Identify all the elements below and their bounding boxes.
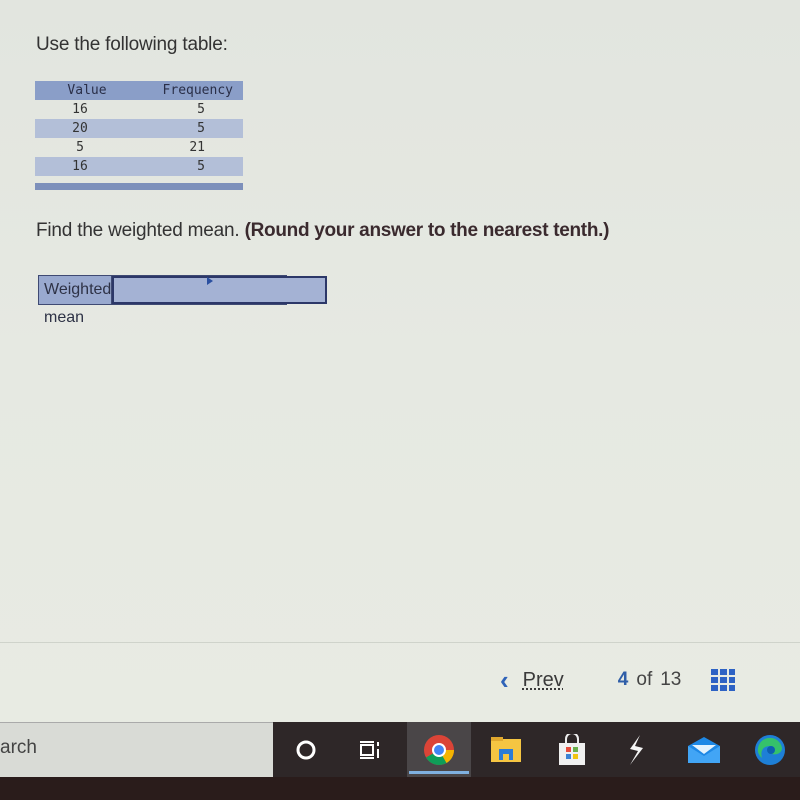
total-pages: 13 (660, 669, 682, 690)
table-row: 16 5 (35, 100, 243, 119)
taskbar: arch (0, 722, 800, 777)
cell-frequency: 5 (139, 119, 243, 138)
footer-divider (0, 642, 800, 643)
edge-icon[interactable] (742, 722, 798, 777)
table-header-row: Value Frequency (35, 81, 243, 100)
column-header-frequency: Frequency (139, 81, 243, 100)
value-frequency-table: Value Frequency 16 5 20 5 5 21 16 5 (35, 81, 243, 176)
taskbar-search-box[interactable]: arch (0, 722, 273, 777)
table-footer-bar (35, 183, 243, 190)
lightning-app-icon[interactable] (608, 722, 664, 777)
cell-value: 16 (35, 157, 139, 176)
weighted-mean-input[interactable] (112, 276, 328, 304)
cortana-icon[interactable] (278, 722, 334, 777)
cell-frequency: 5 (197, 102, 205, 117)
cell-value: 5 (76, 140, 84, 155)
question-page: Use the following table: Value Frequency… (0, 0, 800, 722)
task-view-icon[interactable] (342, 722, 398, 777)
prompt-text: Find the weighted mean. (36, 220, 240, 241)
table-row: 16 5 (35, 157, 243, 176)
table-row: 5 21 (35, 138, 243, 157)
prompt-rounding-instruction: (Round your answer to the nearest tenth.… (244, 220, 610, 241)
weighted-mean-label: Weighted mean (39, 276, 113, 326)
cell-value: 20 (35, 119, 139, 138)
column-header-value: Value (35, 81, 139, 100)
page-counter: 4 of 13 (618, 669, 682, 691)
instruction-text: Use the following table: (36, 34, 228, 55)
search-placeholder: arch (0, 737, 37, 758)
answer-row: Weighted mean (38, 275, 328, 326)
question-prompt: Find the weighted mean. (Round your answ… (36, 220, 609, 242)
chrome-icon[interactable] (407, 722, 471, 777)
screen-bezel (0, 777, 800, 800)
file-explorer-icon[interactable] (478, 722, 534, 777)
cell-frequency: 21 (189, 140, 205, 155)
question-navigation: ‹ Prev 4 of 13 (500, 666, 736, 694)
prev-label: Prev (522, 668, 564, 691)
input-corner-marker-icon (207, 277, 213, 285)
grid-view-icon[interactable] (711, 669, 736, 691)
page-of-label: of (636, 669, 653, 690)
chevron-left-icon: ‹ (500, 665, 509, 695)
microsoft-store-icon[interactable] (544, 722, 600, 777)
mail-icon[interactable] (676, 722, 732, 777)
cell-value: 16 (72, 102, 88, 117)
table-row: 20 5 (35, 119, 243, 138)
current-page: 4 (617, 669, 629, 690)
cell-frequency: 5 (139, 157, 243, 176)
prev-button[interactable]: ‹ Prev (500, 667, 564, 693)
